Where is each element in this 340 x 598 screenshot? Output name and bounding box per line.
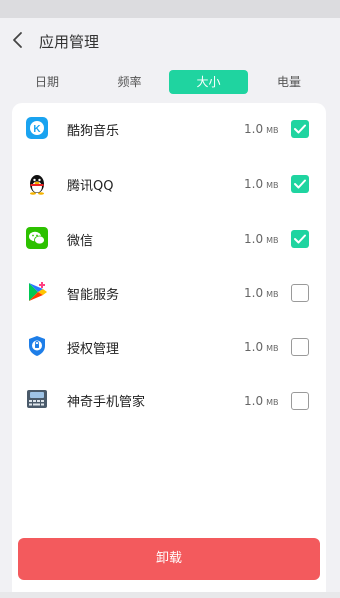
- tab-date[interactable]: 日期: [12, 70, 82, 94]
- wechat-icon: [26, 227, 48, 249]
- app-name: 智能服务: [67, 288, 120, 303]
- svg-text:K: K: [33, 124, 41, 135]
- shield-lock-icon: [29, 336, 45, 356]
- status-bar: [0, 0, 340, 18]
- app-size: 1.0 MB: [244, 340, 279, 354]
- tab-frequency[interactable]: 频率: [92, 70, 167, 94]
- app-name: 酷狗音乐: [67, 124, 120, 139]
- app-name: 神奇手机管家: [67, 395, 146, 410]
- app-checkbox[interactable]: [291, 120, 309, 138]
- app-checkbox[interactable]: [291, 175, 309, 193]
- app-name: 微信: [67, 234, 94, 249]
- list-item[interactable]: 授权管理 1.0 MB: [12, 319, 326, 373]
- tab-size[interactable]: 大小: [169, 70, 248, 94]
- app-size: 1.0 MB: [244, 232, 279, 246]
- list-item[interactable]: 微信 1.0 MB: [12, 211, 326, 265]
- list-item[interactable]: 智能服务 1.0 MB: [12, 265, 326, 319]
- app-checkbox[interactable]: [291, 230, 309, 248]
- smart-service-icon: [29, 282, 47, 301]
- qq-penguin-icon: [30, 175, 44, 195]
- page-title: 应用管理: [39, 33, 100, 51]
- app-list: K 酷狗音乐 1.0 MB 腾讯QQ 1.0 MB 微信 1.0 MB 智能服务…: [12, 103, 326, 598]
- app-checkbox[interactable]: [291, 392, 309, 410]
- bottom-edge: [0, 592, 340, 598]
- list-item[interactable]: K 酷狗音乐 1.0 MB: [12, 103, 326, 157]
- back-arrow-icon[interactable]: [10, 30, 26, 50]
- app-name: 授权管理: [67, 342, 120, 357]
- app-size: 1.0 MB: [244, 394, 279, 408]
- tab-battery[interactable]: 电量: [250, 70, 328, 94]
- uninstall-button[interactable]: 卸载: [18, 538, 320, 580]
- list-item[interactable]: 神奇手机管家 1.0 MB: [12, 373, 326, 427]
- list-item[interactable]: 腾讯QQ 1.0 MB: [12, 157, 326, 211]
- kugou-icon: K: [26, 117, 48, 139]
- sort-tabs: 日期 频率 大小 电量: [12, 70, 328, 94]
- app-size: 1.0 MB: [244, 122, 279, 136]
- app-size: 1.0 MB: [244, 286, 279, 300]
- app-checkbox[interactable]: [291, 284, 309, 302]
- app-checkbox[interactable]: [291, 338, 309, 356]
- phone-manager-icon: [27, 390, 47, 408]
- app-name: 腾讯QQ: [67, 179, 114, 194]
- app-size: 1.0 MB: [244, 177, 279, 191]
